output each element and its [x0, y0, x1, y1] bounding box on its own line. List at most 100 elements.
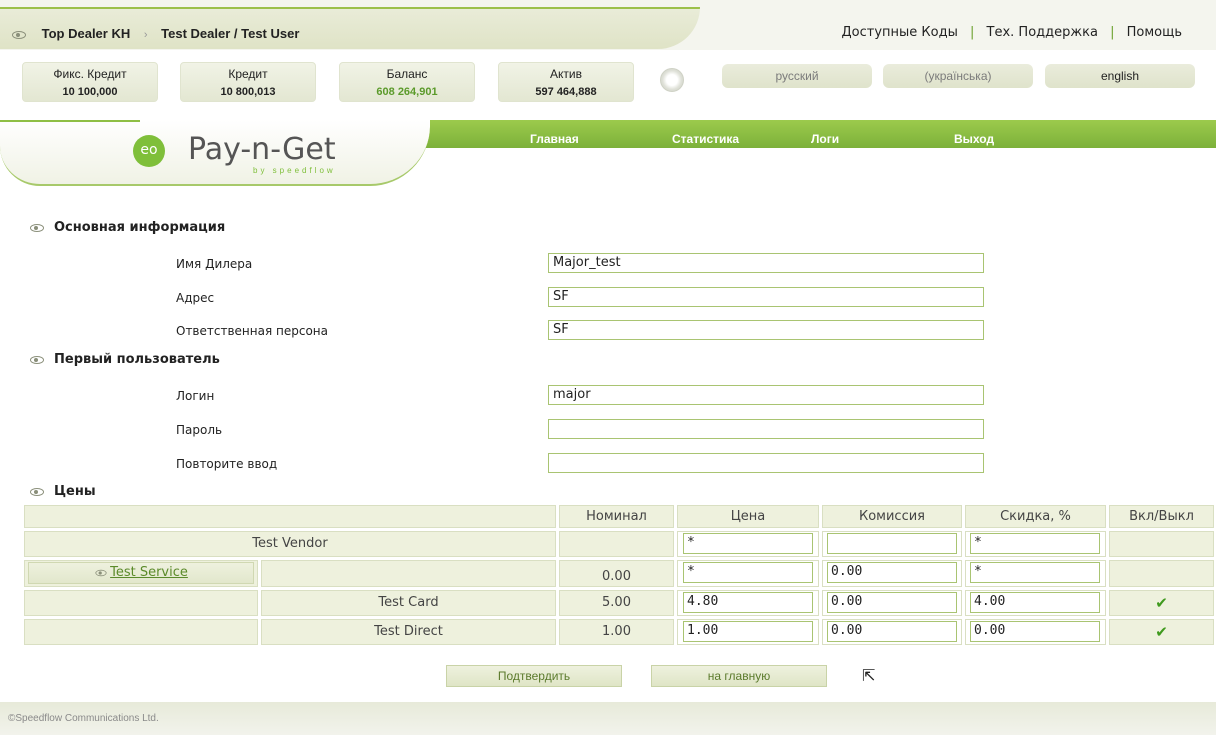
item-discount-input[interactable]: 0.00: [970, 621, 1100, 642]
stat-label: Кредит: [228, 67, 268, 81]
divider: [0, 120, 140, 122]
service-blank: [261, 560, 556, 587]
checkmark-icon: ✔: [1155, 623, 1168, 641]
stat-value: 10 100,000: [62, 86, 118, 98]
item-toggle[interactable]: ✔: [1109, 590, 1214, 616]
nav-logs[interactable]: Логи: [811, 132, 839, 146]
responsible-person-input[interactable]: SF: [548, 320, 984, 340]
service-link[interactable]: Test Service: [28, 562, 254, 584]
header-nav: eo Pay-n-Get by speedflow Главная Статис…: [0, 120, 1216, 186]
service-nominal: 0.00: [559, 560, 674, 587]
available-codes-link[interactable]: Доступные Коды: [842, 25, 958, 40]
breadcrumb: Top Dealer KH › Test Dealer / Test User: [12, 26, 299, 41]
responsible-person-label: Ответственная персона: [176, 324, 328, 338]
nav-statistics[interactable]: Статистика: [672, 132, 739, 146]
login-input[interactable]: major: [548, 385, 984, 405]
item-toggle[interactable]: ✔: [1109, 619, 1214, 645]
eye-icon: [30, 223, 44, 232]
service-name: Test Service: [110, 565, 188, 580]
breadcrumb-separator: ›: [143, 29, 148, 41]
service-discount-input[interactable]: *: [970, 562, 1100, 583]
breadcrumb-user[interactable]: Test Dealer / Test User: [161, 26, 299, 41]
stat-fixed-credit: Фикс. Кредит 10 100,000: [22, 62, 158, 102]
section-basic-info: Основная информация: [30, 220, 225, 235]
nav-logout[interactable]: Выход: [954, 132, 994, 146]
stat-label: Баланс: [386, 67, 428, 81]
eye-icon: [30, 487, 44, 496]
table-row: [24, 590, 258, 616]
section-prices: Цены: [30, 484, 96, 499]
section-title-text: Первый пользователь: [54, 352, 220, 367]
table-header-commission: Комиссия: [822, 505, 962, 528]
tech-support-link[interactable]: Тех. Поддержка: [987, 25, 1098, 40]
mouse-cursor-icon: ⇱: [862, 666, 876, 685]
item-commission-input[interactable]: 0.00: [827, 592, 957, 613]
section-title-text: Цены: [54, 484, 96, 499]
top-links: Доступные Коды | Тех. Поддержка | Помощь: [842, 25, 1183, 40]
service-commission-input[interactable]: 0.00: [827, 562, 957, 583]
dealer-name-input[interactable]: Major_test: [548, 253, 984, 273]
item-price-input[interactable]: 1.00: [683, 621, 813, 642]
top-bar: Top Dealer KH › Test Dealer / Test User …: [0, 0, 1216, 50]
service-toggle: [1109, 560, 1214, 587]
radio-button[interactable]: [660, 68, 684, 92]
item-name: Test Direct: [261, 619, 556, 645]
item-commission-input[interactable]: 0.00: [827, 621, 957, 642]
logo-text[interactable]: Pay-n-Get: [188, 132, 336, 167]
password-input[interactable]: [548, 419, 984, 439]
table-header-toggle: Вкл/Выкл: [1109, 505, 1214, 528]
address-input[interactable]: SF: [548, 287, 984, 307]
eye-icon: [95, 569, 107, 576]
table-header-discount: Скидка, %: [965, 505, 1106, 528]
logo-icon: eo: [133, 135, 165, 167]
vendor-toggle: [1109, 531, 1214, 557]
breadcrumb-dealer[interactable]: Top Dealer KH: [42, 26, 131, 41]
table-header-nominal: Номинал: [559, 505, 674, 528]
table-header-price: Цена: [677, 505, 819, 528]
help-link[interactable]: Помощь: [1127, 25, 1182, 40]
vendor-nominal: [559, 531, 674, 557]
stat-value: 608 264,901: [376, 86, 438, 98]
password-label: Пароль: [176, 423, 223, 437]
lang-english-button[interactable]: english: [1045, 64, 1195, 88]
item-discount-input[interactable]: 4.00: [970, 592, 1100, 613]
link-divider: |: [970, 25, 975, 40]
item-nominal: 5.00: [559, 590, 674, 616]
stat-label: Фикс. Кредит: [53, 67, 127, 81]
lang-ukrainian-button[interactable]: (українська): [883, 64, 1033, 88]
table-header-cell: [24, 505, 556, 528]
stat-value: 10 800,013: [220, 86, 276, 98]
vendor-commission-input[interactable]: [827, 533, 957, 554]
vendor-name: Test Vendor: [24, 531, 556, 557]
item-name: Test Card: [261, 590, 556, 616]
dealer-name-label: Имя Дилера: [176, 257, 253, 271]
stat-balance: Баланс 608 264,901: [339, 62, 475, 102]
table-row: [24, 619, 258, 645]
vendor-price-input[interactable]: *: [683, 533, 813, 554]
home-button[interactable]: на главную: [651, 665, 827, 687]
section-title-text: Основная информация: [54, 220, 226, 235]
item-nominal: 1.00: [559, 619, 674, 645]
address-label: Адрес: [176, 291, 215, 305]
stat-value: 597 464,888: [535, 86, 597, 98]
eye-icon: [30, 355, 44, 364]
confirm-button[interactable]: Подтвердить: [446, 665, 622, 687]
repeat-password-label: Повторите ввод: [176, 457, 278, 471]
checkmark-icon: ✔: [1155, 594, 1168, 612]
vendor-discount-input[interactable]: *: [970, 533, 1100, 554]
link-divider: |: [1110, 25, 1115, 40]
logo-subtitle: by speedflow: [253, 166, 336, 175]
stat-active: Актив 597 464,888: [498, 62, 634, 102]
eye-icon: [12, 30, 26, 39]
item-price-input[interactable]: 4.80: [683, 592, 813, 613]
service-price-input[interactable]: *: [683, 562, 813, 583]
section-first-user: Первый пользователь: [30, 352, 220, 367]
stat-label: Актив: [550, 67, 582, 81]
login-label: Логин: [176, 389, 215, 403]
lang-russian-button[interactable]: русский: [722, 64, 872, 88]
repeat-password-input[interactable]: [548, 453, 984, 473]
footer-copyright: ©Speedflow Communications Ltd.: [8, 713, 159, 724]
nav-home[interactable]: Главная: [530, 132, 579, 146]
stat-credit: Кредит 10 800,013: [180, 62, 316, 102]
footer: ©Speedflow Communications Ltd.: [0, 702, 1216, 735]
